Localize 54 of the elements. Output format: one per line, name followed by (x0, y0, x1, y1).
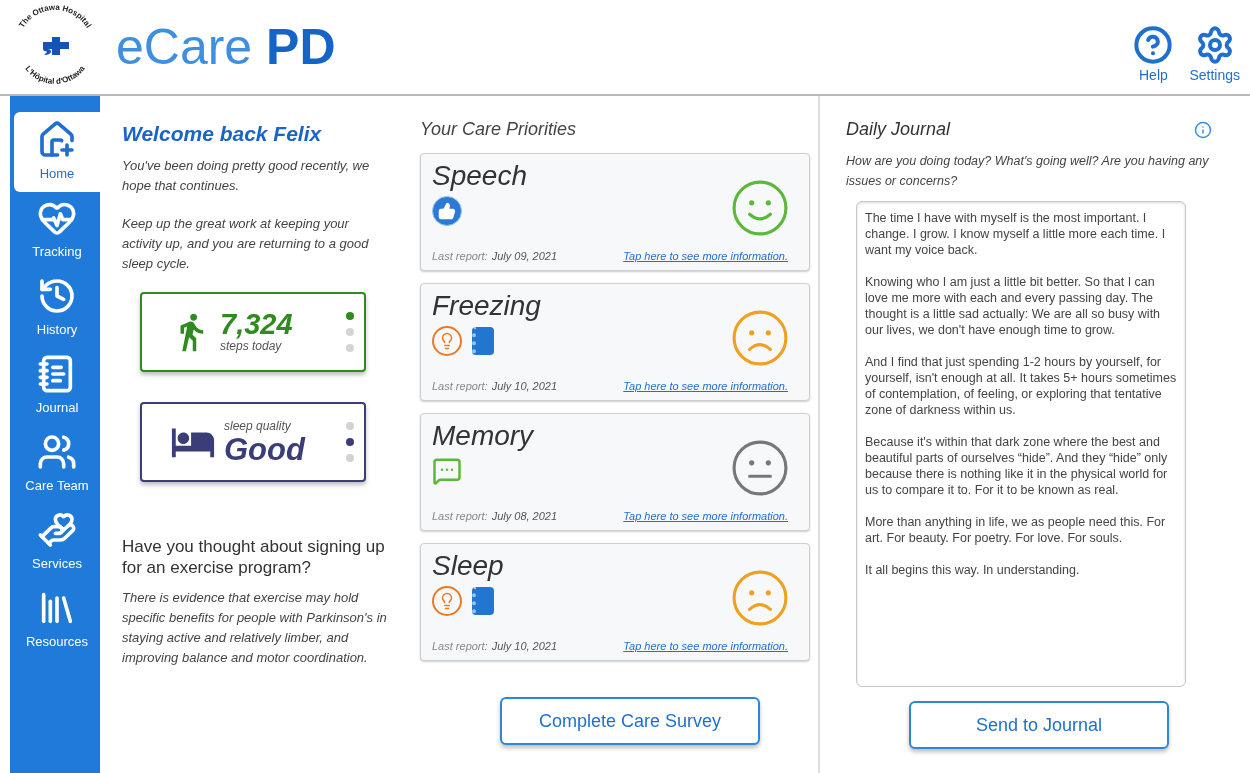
stat-card[interactable]: 7,324 steps today (140, 291, 366, 372)
sidebar-item[interactable]: Services (14, 502, 100, 582)
journal-title: Daily Journal (846, 118, 951, 141)
report-date: July 10, 2021 (491, 638, 558, 654)
welcome-text: Keep up the great work at keeping your activity up, and you are returning to a good sleep cycle. (122, 214, 370, 273)
sidebar-item[interactable]: Tracking (14, 190, 100, 270)
more-info-link[interactable]: Tap here to see more information. (623, 377, 788, 394)
more-info-link[interactable]: Tap here to see more information. (623, 247, 788, 264)
info-icon[interactable] (1194, 120, 1212, 139)
logo-icon (43, 37, 69, 55)
report-date: July 10, 2021 (491, 378, 558, 394)
report-date: July 09, 2021 (491, 248, 558, 264)
report-label: Last report: (432, 508, 488, 524)
app-title: eCare PD (116, 17, 336, 77)
stat-caption: sleep quality (224, 418, 292, 434)
sidebar-item[interactable]: Journal (14, 346, 100, 426)
more-info-link[interactable]: Tap here to see more information. (623, 507, 788, 524)
priority-card[interactable]: Memory Last report: July 08, 2021 Tap here to see more information. (420, 413, 810, 531)
complete-survey-button[interactable]: Complete Care Survey (500, 697, 760, 745)
suggestion-title: Have you thought about signing up for an exercise program? (122, 535, 386, 578)
stat-card[interactable]: sleep quality Good (140, 401, 366, 482)
report-date: July 08, 2021 (491, 508, 558, 524)
priority-name: Memory (432, 419, 534, 453)
notebook-icon (472, 587, 494, 615)
notebook-icon (472, 327, 494, 355)
lightbulb-icon (432, 326, 462, 356)
stat-value: Good (224, 433, 305, 465)
report-label: Last report: (432, 248, 488, 264)
stat-caption: steps today (220, 338, 282, 354)
journal-field[interactable]: The time I have with myself is the most important. I change. I grow. I know myself a little more each time. I want my voice back. Knowing who I am just a little bit better. So that I can love me more with each and every passing day. The thought is a little sad actually: We are all so busy with our lives, we don't have enough time to grow. And I find that just spending 1-2 hours by yourself, for yourself, isn't enough at all. It takes 5+ hours sometimes of contemplation, of feeling, or exploring that tentative zone of darkness within us. Because it's within that dark zone where the best and beautiful parts of ourselves “hide”. And they “hide” only because there is nothing like it in the physical world for us to compare it to. For it to be known as real. More than anything in life, we as people need this. For art. For beauty. For poetry. For love. For souls. It all begins this way. In understanding. (856, 201, 1186, 687)
priority-card[interactable]: Speech Last report: July 09, 2021 Tap here to see more information. (420, 153, 810, 271)
suggestion-text: There is evidence that exercise may hold specific benefits for people with Parkinson's in staying active and relatively limber, and improving balance and motor coordination. (122, 588, 388, 667)
priority-name: Freezing (432, 289, 541, 323)
thumbs-up-icon (432, 196, 462, 226)
chat-icon (432, 456, 462, 486)
settings-button[interactable]: Settings (1189, 24, 1240, 86)
report-label: Last report: (432, 638, 488, 654)
send-to-journal-button[interactable]: Send to Journal (909, 701, 1169, 749)
priority-name: Sleep (432, 549, 504, 583)
priority-name: Speech (432, 159, 527, 193)
report-label: Last report: (432, 378, 488, 394)
lightbulb-icon (432, 586, 462, 616)
more-info-link[interactable]: Tap here to see more information. (623, 637, 788, 654)
welcome-title: Welcome back Felix (122, 121, 323, 147)
welcome-text: You've been doing pretty good recently, we hope that continues. (122, 156, 371, 195)
sidebar-item[interactable]: Care Team (14, 424, 100, 504)
sidebar-item[interactable]: Home (14, 112, 100, 192)
section-title: Your Care Priorities (420, 118, 578, 141)
stat-value: 7,324 (220, 309, 293, 339)
journal-prompt: How are you doing today? What's going well? Are you having any issues or concerns? (846, 153, 1210, 190)
priority-card[interactable]: Sleep Last report: July 10, 2021 Tap here to see more information. (420, 543, 810, 661)
sidebar-item[interactable]: Resources (14, 580, 100, 660)
sidebar-item[interactable]: History (14, 268, 100, 348)
priority-card[interactable]: Freezing Last report: July 10, 2021 Tap here to see more information. (420, 283, 810, 401)
